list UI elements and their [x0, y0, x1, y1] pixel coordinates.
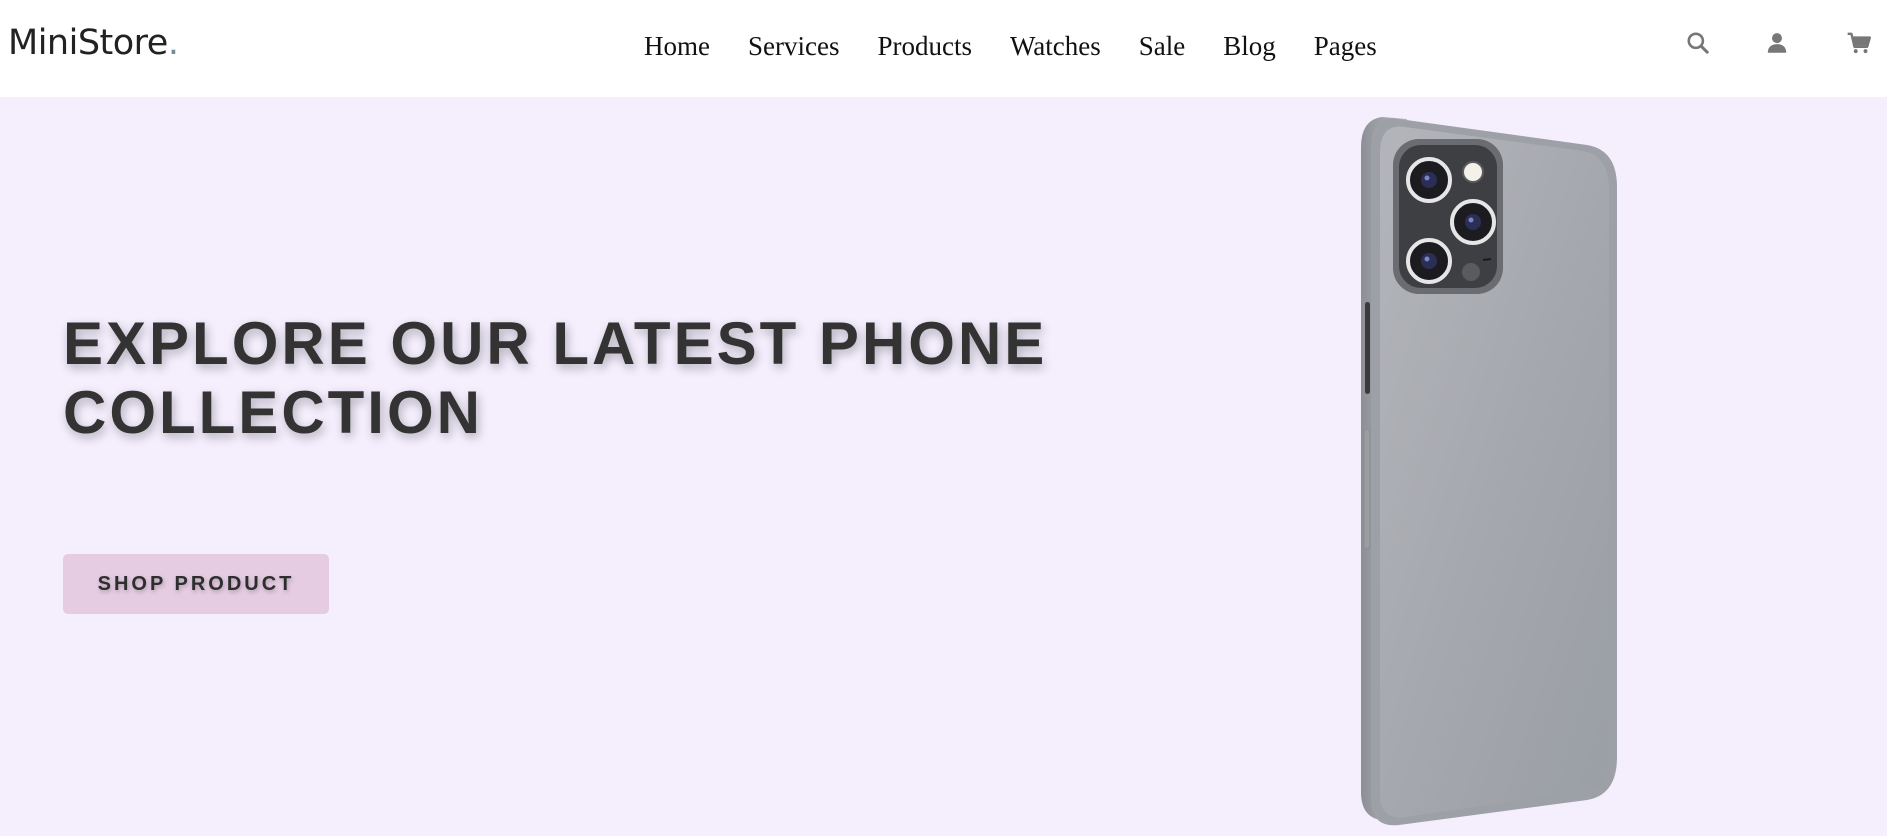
cart-icon[interactable] [1846, 30, 1872, 56]
nav-item-blog[interactable]: Blog [1223, 31, 1276, 62]
main-nav: Home Services Products Watches Sale Blog… [644, 26, 1377, 66]
user-icon[interactable] [1764, 30, 1790, 56]
phone-image [1355, 117, 1625, 827]
nav-item-watches[interactable]: Watches [1010, 31, 1101, 62]
nav-item-pages[interactable]: Pages [1314, 31, 1377, 62]
brand-name: MiniStore [8, 23, 168, 63]
site-header: MiniStore. Home Services Products Watche… [0, 0, 1887, 97]
nav-item-sale[interactable]: Sale [1139, 31, 1186, 62]
nav-item-products[interactable]: Products [877, 31, 972, 62]
hero-banner: EXPLORE OUR LATEST PHONE COLLECTION SHOP… [0, 97, 1887, 836]
nav-item-services[interactable]: Services [748, 31, 839, 62]
brand-logo[interactable]: MiniStore. [8, 18, 179, 68]
nav-item-home[interactable]: Home [644, 31, 710, 62]
shop-product-button[interactable]: SHOP PRODUCT [63, 554, 329, 614]
search-icon[interactable] [1685, 30, 1711, 56]
hero-title: EXPLORE OUR LATEST PHONE COLLECTION [63, 310, 1048, 446]
brand-dot: . [167, 23, 179, 63]
